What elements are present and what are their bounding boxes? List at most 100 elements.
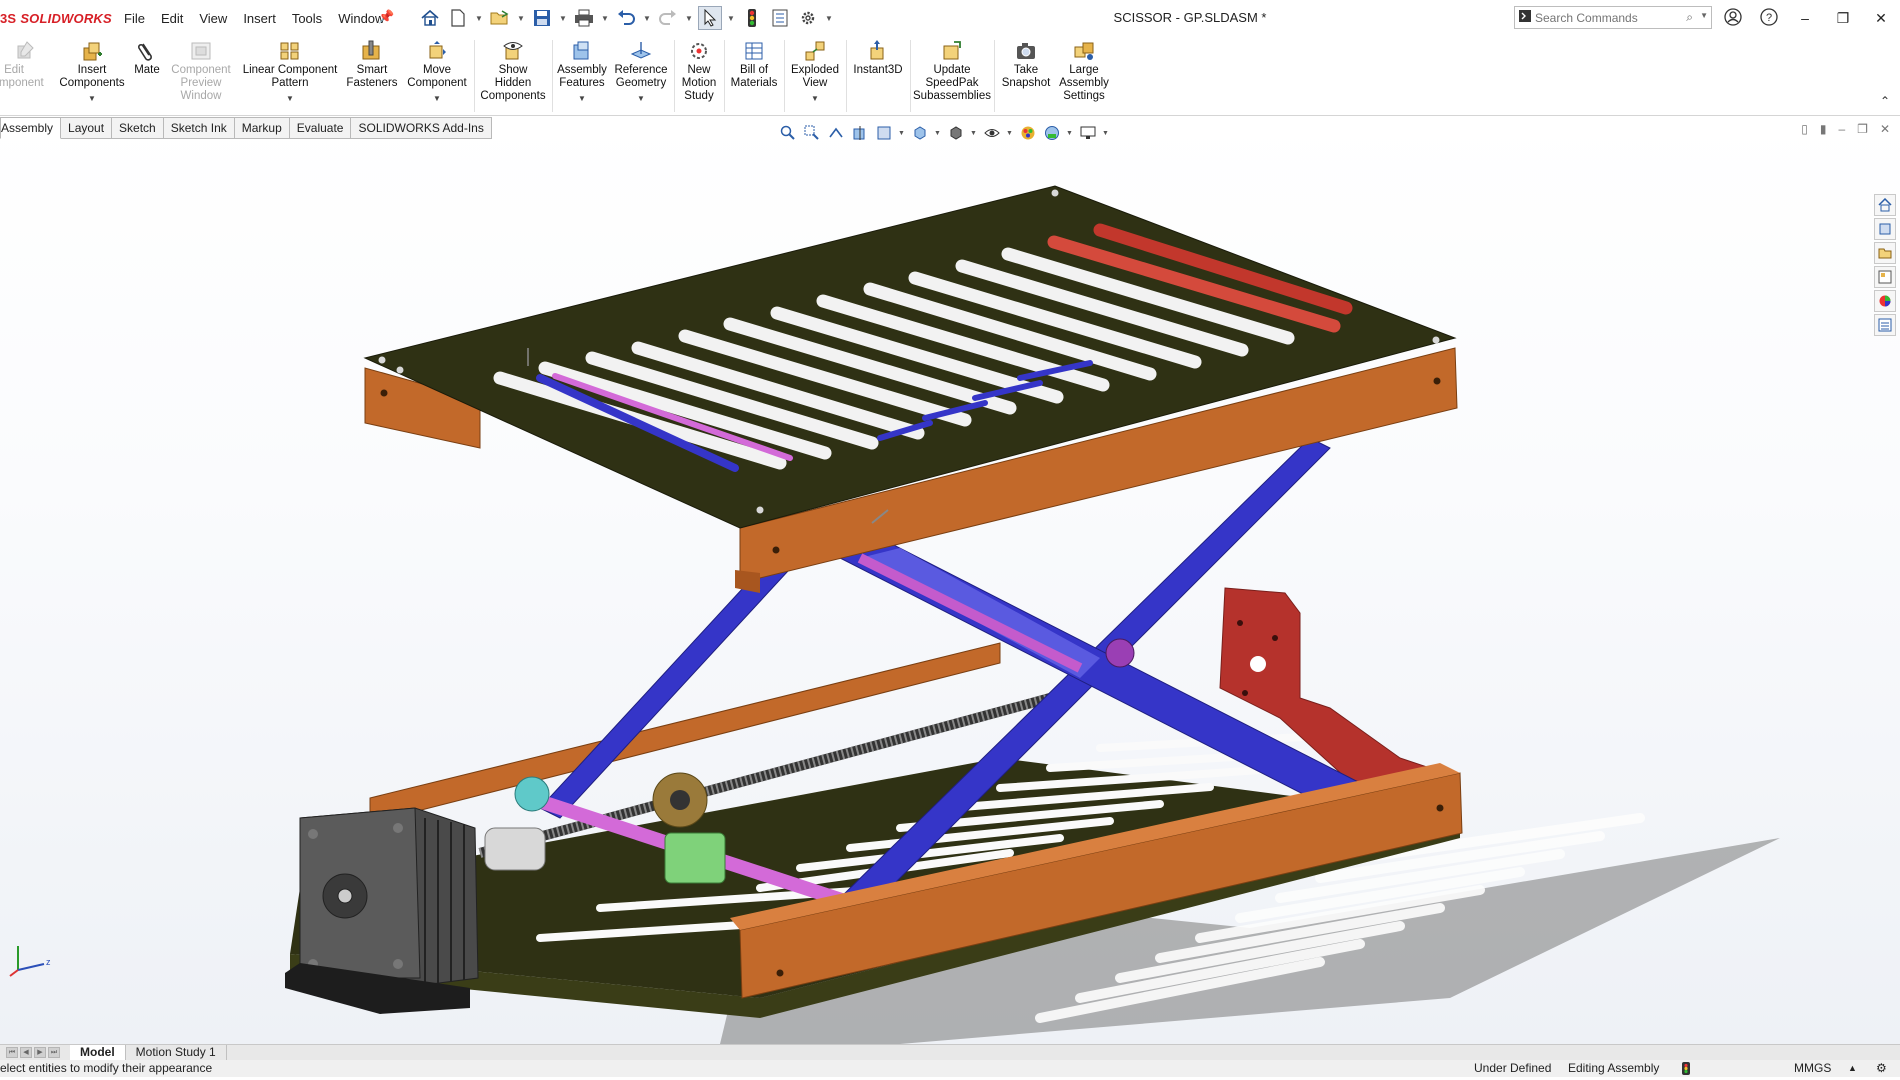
hide-show-dropdown-icon[interactable]: ▼ xyxy=(1006,130,1014,137)
reference-geometry-dropdown-icon[interactable]: ▼ xyxy=(637,92,645,105)
viewport-minimize-icon[interactable]: – xyxy=(1838,122,1845,136)
tab-model[interactable]: Model xyxy=(70,1044,126,1061)
linear-component-pattern-button[interactable]: Linear Component Pattern ▼ xyxy=(240,40,340,105)
zoom-to-area-icon[interactable] xyxy=(802,123,822,143)
reference-geometry-button[interactable]: Reference Geometry ▼ xyxy=(612,40,670,105)
menu-view[interactable]: View xyxy=(191,9,235,28)
solidworks-resources-icon[interactable] xyxy=(1874,194,1896,216)
apply-scene-icon[interactable] xyxy=(1042,123,1062,143)
smart-fasteners-button[interactable]: Smart Fasteners xyxy=(342,40,402,90)
viewport-split-left-icon[interactable]: ▯ xyxy=(1801,122,1808,136)
search-commands[interactable]: ⌕ ▼ xyxy=(1514,6,1712,29)
flange-nut-left[interactable] xyxy=(514,776,550,812)
file-explorer-icon[interactable] xyxy=(1874,242,1896,264)
dynamic-annotation-icon[interactable] xyxy=(874,123,894,143)
search-input[interactable] xyxy=(1535,10,1675,25)
annotation-dropdown-icon[interactable]: ▼ xyxy=(898,130,906,137)
open-folder-icon[interactable] xyxy=(488,6,512,30)
menu-insert[interactable]: Insert xyxy=(235,9,284,28)
minimize-icon[interactable]: – xyxy=(1786,0,1824,36)
exploded-view-dropdown-icon[interactable]: ▼ xyxy=(811,92,819,105)
view-palette-icon[interactable] xyxy=(1874,266,1896,288)
tab-solidworks-add-ins[interactable]: SOLIDWORKS Add-Ins xyxy=(351,117,492,139)
show-hidden-components-button[interactable]: Show Hidden Components xyxy=(478,40,548,103)
tab-sketch[interactable]: Sketch xyxy=(112,117,164,139)
move-component-button[interactable]: Move Component ▼ xyxy=(404,40,470,105)
shaft-coupler[interactable] xyxy=(484,827,546,871)
undo-icon[interactable] xyxy=(614,6,638,30)
undo-dropdown-icon[interactable]: ▼ xyxy=(642,6,652,30)
rebuild-status-icon[interactable] xyxy=(1682,1062,1690,1080)
insert-components-button[interactable]: Insert Components ▼ xyxy=(56,40,128,105)
collapse-ribbon-icon[interactable]: ⌃ xyxy=(1880,94,1890,108)
save-dropdown-icon[interactable]: ▼ xyxy=(558,6,568,30)
instant3d-button[interactable]: Instant3D xyxy=(850,40,906,77)
assembly-features-dropdown-icon[interactable]: ▼ xyxy=(578,92,586,105)
print-icon[interactable] xyxy=(572,6,596,30)
appearances-scenes-icon[interactable] xyxy=(1874,290,1896,312)
mate-button[interactable]: Mate xyxy=(132,40,162,77)
redo-icon[interactable] xyxy=(656,6,680,30)
new-document-icon[interactable] xyxy=(446,6,470,30)
insert-components-dropdown-icon[interactable]: ▼ xyxy=(88,92,96,105)
design-library-icon[interactable] xyxy=(1874,218,1896,240)
tab-layout[interactable]: Layout xyxy=(61,117,113,139)
bill-of-materials-button[interactable]: Bill of Materials xyxy=(728,40,780,90)
edit-component-button[interactable]: Edit Component xyxy=(0,40,50,90)
move-component-dropdown-icon[interactable]: ▼ xyxy=(433,92,441,105)
edit-appearance-icon[interactable] xyxy=(1018,123,1038,143)
restore-icon[interactable]: ❐ xyxy=(1824,0,1862,36)
zoom-to-fit-icon[interactable] xyxy=(778,123,798,143)
exploded-view-button[interactable]: Exploded View ▼ xyxy=(788,40,842,105)
user-account-icon[interactable] xyxy=(1722,6,1744,28)
prev-tab-arrow-icon[interactable]: ◀ xyxy=(20,1047,32,1058)
new-motion-study-button[interactable]: New Motion Study xyxy=(678,40,720,103)
options-dropdown-icon[interactable]: ▼ xyxy=(824,6,834,30)
custom-properties-icon[interactable] xyxy=(1874,314,1896,336)
save-icon[interactable] xyxy=(530,6,554,30)
large-assembly-settings-button[interactable]: Large Assembly Settings xyxy=(1056,40,1112,103)
update-speedpak-button[interactable]: Update SpeedPak Subassemblies xyxy=(913,40,991,103)
units-system[interactable]: MMGS xyxy=(1794,1060,1831,1077)
viewport-restore-icon[interactable]: ❐ xyxy=(1857,122,1868,136)
section-view-icon[interactable] xyxy=(850,123,870,143)
select-dropdown-icon[interactable]: ▼ xyxy=(726,6,736,30)
pin-menu-icon[interactable]: 📌 xyxy=(378,9,394,25)
display-style-icon[interactable] xyxy=(946,123,966,143)
menu-file[interactable]: File xyxy=(116,9,153,28)
new-dropdown-icon[interactable]: ▼ xyxy=(474,6,484,30)
tab-sketch-ink[interactable]: Sketch Ink xyxy=(163,117,235,139)
menu-tools[interactable]: Tools xyxy=(284,9,330,28)
stepper-motor[interactable] xyxy=(299,807,479,994)
scene-dropdown-icon[interactable]: ▼ xyxy=(1066,130,1074,137)
help-icon[interactable]: ? xyxy=(1758,6,1780,28)
close-icon[interactable]: ✕ xyxy=(1862,0,1900,36)
center-pivot-pin[interactable] xyxy=(1105,638,1135,668)
menu-edit[interactable]: Edit xyxy=(153,9,191,28)
viewport-split-right-icon[interactable]: ▮ xyxy=(1820,122,1827,136)
search-icon[interactable]: ⌕ xyxy=(1686,10,1693,25)
home-icon[interactable] xyxy=(418,6,442,30)
options-gear-icon[interactable] xyxy=(796,6,820,30)
component-preview-window-button[interactable]: Component Preview Window xyxy=(166,40,236,103)
tab-markup[interactable]: Markup xyxy=(234,117,290,139)
search-dropdown-icon[interactable]: ▼ xyxy=(1700,11,1708,20)
scissor-lift-model[interactable] xyxy=(0,118,1900,1044)
take-snapshot-button[interactable]: Take Snapshot xyxy=(998,40,1054,90)
next-tab-arrow-icon[interactable]: ▶ xyxy=(34,1047,46,1058)
view-orientation-dropdown-icon[interactable]: ▼ xyxy=(934,130,942,137)
file-properties-icon[interactable] xyxy=(768,6,792,30)
print-dropdown-icon[interactable]: ▼ xyxy=(600,6,610,30)
view-orientation-icon[interactable] xyxy=(910,123,930,143)
viewport-close-icon[interactable]: ✕ xyxy=(1880,122,1890,136)
select-cursor-icon[interactable] xyxy=(698,6,722,30)
view-settings-monitor-icon[interactable] xyxy=(1078,123,1098,143)
units-menu-arrow-icon[interactable]: ▲ xyxy=(1848,1060,1857,1077)
lead-nut-block[interactable] xyxy=(664,832,726,884)
last-tab-arrow-icon[interactable]: ⏭ xyxy=(48,1047,60,1058)
solidworks-logo[interactable]: 3S SOLIDWORKS xyxy=(0,9,112,27)
rebuild-traffic-light-icon[interactable] xyxy=(740,6,764,30)
assembly-features-button[interactable]: Assembly Features ▼ xyxy=(556,40,608,105)
tab-assembly[interactable]: Assembly xyxy=(0,117,62,139)
previous-view-icon[interactable] xyxy=(826,123,846,143)
